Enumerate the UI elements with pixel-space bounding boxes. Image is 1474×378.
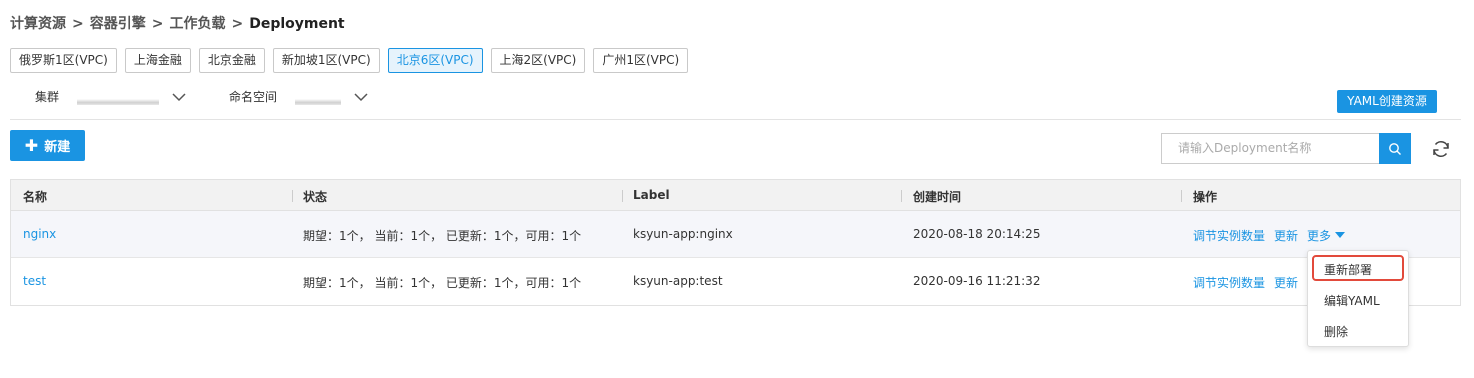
more-label: 更多 [1307, 229, 1332, 243]
column-header-status: 状态 [303, 190, 328, 204]
breadcrumb-current: Deployment [249, 16, 345, 32]
caret-down-icon [1335, 232, 1346, 238]
label-cell: ksyun-app:nginx [633, 227, 733, 241]
breadcrumb-separator: > [151, 16, 164, 32]
namespace-value-redacted [295, 98, 342, 105]
column-divider [292, 190, 293, 202]
menu-item-delete[interactable]: 删除 [1324, 323, 1348, 340]
chevron-down-icon[interactable] [171, 89, 187, 105]
column-header-label: Label [633, 188, 670, 202]
breadcrumb-separator: > [72, 16, 84, 32]
search-input[interactable]: 请输入Deployment名称 [1161, 133, 1379, 164]
table-row: nginx 期望：1个， 当前：1个， 已更新：1个，可用：1个 ksyun-a… [11, 211, 1460, 258]
new-button-label: 新建 [44, 140, 71, 155]
namespace-select[interactable]: 命名空间 [229, 88, 369, 105]
menu-item-redeploy[interactable]: 重新部署 [1324, 261, 1372, 278]
deployment-name-link[interactable]: test [23, 274, 46, 288]
search-icon [1389, 142, 1401, 155]
column-header-name: 名称 [23, 190, 48, 204]
region-tab-shanghai-finance[interactable]: 上海金融 [124, 48, 191, 73]
breadcrumb: 计算资源 > 容器引擎 > 工作负载 > Deployment [10, 13, 345, 33]
more-menu: 重新部署 编辑YAML 删除 [1307, 250, 1409, 347]
breadcrumb-item[interactable]: 计算资源 [10, 16, 66, 32]
region-tab-russia-1[interactable]: 俄罗斯1区(VPC) [10, 48, 117, 73]
cluster-label: 集群 [35, 90, 60, 104]
cluster-value-redacted [77, 98, 160, 105]
search-button[interactable] [1379, 133, 1411, 164]
status-cell: 期望：1个， 当前：1个， 已更新：1个，可用：1个 [303, 229, 582, 243]
status-cell: 期望：1个， 当前：1个， 已更新：1个，可用：1个 [303, 276, 582, 290]
column-divider [1181, 190, 1182, 202]
breadcrumb-item[interactable]: 容器引擎 [90, 16, 146, 32]
plus-icon: ✚ [24, 135, 39, 155]
menu-item-edit-yaml[interactable]: 编辑YAML [1324, 292, 1380, 309]
created-time-cell: 2020-09-16 11:21:32 [913, 274, 1041, 288]
region-tab-singapore-1[interactable]: 新加坡1区(VPC) [272, 48, 380, 73]
row-actions: 调节实例数量 更新 [1193, 274, 1298, 291]
column-header-actions: 操作 [1193, 190, 1218, 204]
table-row: test 期望：1个， 当前：1个， 已更新：1个，可用：1个 ksyun-ap… [11, 258, 1460, 305]
created-time-cell: 2020-08-18 20:14:25 [913, 227, 1041, 241]
region-tab-beijing-6[interactable]: 北京6区(VPC) [387, 48, 483, 73]
deployment-name-link[interactable]: nginx [23, 227, 56, 241]
breadcrumb-item[interactable]: 工作负载 [169, 16, 225, 32]
scale-instances-link[interactable]: 调节实例数量 [1193, 227, 1265, 244]
filter-bar: 集群 命名空间 [35, 88, 369, 105]
update-link[interactable]: 更新 [1274, 227, 1298, 244]
cluster-select[interactable]: 集群 [35, 88, 187, 105]
region-tab-shanghai-2[interactable]: 上海2区(VPC) [490, 48, 586, 73]
region-tab-beijing-finance[interactable]: 北京金融 [198, 48, 265, 73]
new-button[interactable]: ✚ 新建 [10, 130, 85, 161]
row-actions: 调节实例数量 更新 更多 [1193, 227, 1346, 244]
chevron-down-icon[interactable] [353, 89, 369, 105]
yaml-create-button[interactable]: YAML创建资源 [1337, 90, 1437, 113]
table-header: 名称 状态 Label 创建时间 操作 [11, 180, 1460, 211]
divider [10, 119, 1461, 120]
region-tab-guangzhou-1[interactable]: 广州1区(VPC) [593, 48, 689, 73]
refresh-icon[interactable] [1429, 137, 1453, 161]
label-cell: ksyun-app:test [633, 274, 723, 288]
region-tabs: 俄罗斯1区(VPC) 上海金融 北京金融 新加坡1区(VPC) 北京6区(VPC… [10, 48, 689, 73]
namespace-label: 命名空间 [229, 90, 278, 104]
deployment-table: 名称 状态 Label 创建时间 操作 nginx 期望：1个， 当前：1个， … [10, 179, 1461, 306]
scale-instances-link[interactable]: 调节实例数量 [1193, 274, 1265, 291]
update-link[interactable]: 更新 [1274, 274, 1298, 291]
breadcrumb-separator: > [231, 16, 244, 32]
column-divider [901, 190, 902, 202]
column-header-created: 创建时间 [913, 190, 962, 204]
more-dropdown[interactable]: 更多 [1307, 227, 1346, 244]
column-divider [622, 190, 623, 202]
